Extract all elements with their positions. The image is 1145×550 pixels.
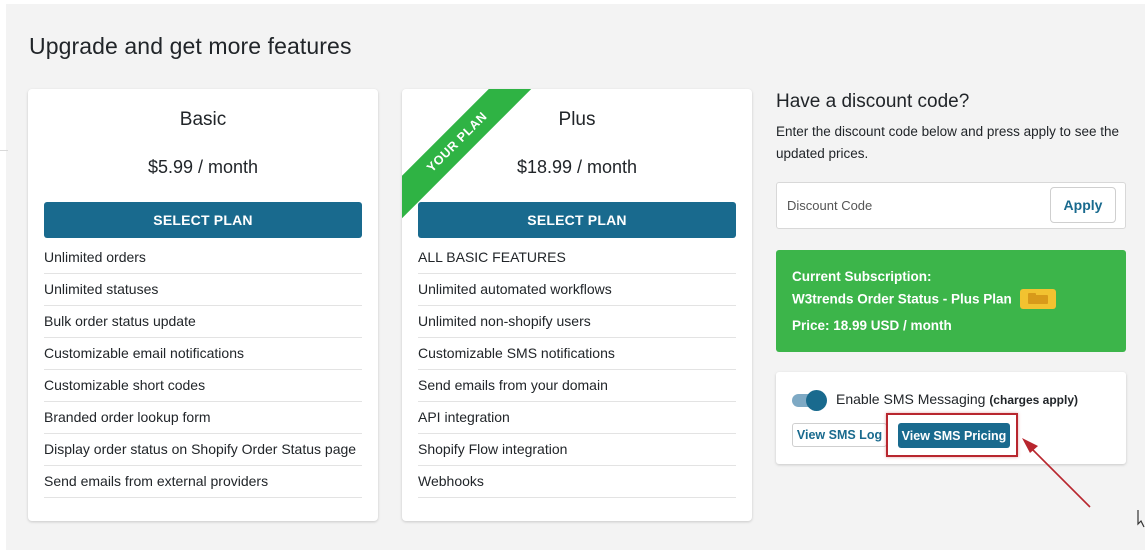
toggle-knob <box>806 390 827 411</box>
select-plan-basic-button[interactable]: SELECT PLAN <box>44 202 362 238</box>
subscription-plan-row: W3trends Order Status - Plus Plan <box>792 289 1056 310</box>
plan-card-plus: YOUR PLAN Plus $18.99 / month SELECT PLA… <box>402 89 752 521</box>
feature-item: Unlimited orders <box>44 242 362 274</box>
feature-item: Customizable short codes <box>44 370 362 402</box>
top-edge <box>0 0 1145 4</box>
discount-title: Have a discount code? <box>776 91 970 112</box>
plan-price: $5.99 / month <box>147 157 259 177</box>
subscription-label: Current Subscription: <box>792 269 932 284</box>
discount-code-input[interactable] <box>777 183 1047 228</box>
feature-item: Unlimited statuses <box>44 274 362 306</box>
cursor-icon <box>1137 510 1145 528</box>
feature-item: Send emails from external providers <box>44 466 362 498</box>
select-plan-plus-button[interactable]: SELECT PLAN <box>418 202 736 238</box>
feature-item: Unlimited automated workflows <box>418 274 736 306</box>
billing-page: Upgrade and get more features Basic $5.9… <box>0 0 1145 550</box>
page-title: Upgrade and get more features <box>29 33 352 59</box>
feature-item: Send emails from your domain <box>418 370 736 402</box>
feature-item: Branded order lookup form <box>44 402 362 434</box>
feature-list: ALL BASIC FEATURES Unlimited automated w… <box>418 242 736 498</box>
subscription-price: Price: 18.99 USD / month <box>792 318 952 333</box>
view-sms-pricing-button[interactable]: View SMS Pricing <box>898 423 1010 448</box>
plan-price: $18.99 / month <box>516 157 638 177</box>
feature-item: Customizable SMS notifications <box>418 338 736 370</box>
feature-item: ALL BASIC FEATURES <box>418 242 736 274</box>
sms-toggle[interactable] <box>792 390 830 411</box>
wallet-icon <box>1019 289 1056 309</box>
feature-item: Unlimited non-shopify users <box>418 306 736 338</box>
current-subscription-card: Current Subscription: W3trends Order Sta… <box>776 250 1126 352</box>
sms-label-row: Enable SMS Messaging (charges apply) <box>836 391 1078 407</box>
left-edge <box>0 0 6 550</box>
feature-item: Shopify Flow integration <box>418 434 736 466</box>
sms-label: Enable SMS Messaging <box>836 391 986 407</box>
discount-form: Apply <box>776 182 1126 229</box>
feature-item: Webhooks <box>418 466 736 498</box>
feature-item: Customizable email notifications <box>44 338 362 370</box>
feature-item: Display order status on Shopify Order St… <box>44 434 362 466</box>
feature-item: Bulk order status update <box>44 306 362 338</box>
apply-button[interactable]: Apply <box>1050 187 1116 223</box>
plan-name: Plus <box>558 109 596 130</box>
plan-name: Basic <box>179 109 227 130</box>
feature-item: API integration <box>418 402 736 434</box>
annotation-arrow-icon <box>1022 438 1091 508</box>
feature-list: Unlimited orders Unlimited statuses Bulk… <box>44 242 362 498</box>
discount-description: Enter the discount code below and press … <box>776 124 1119 161</box>
plan-card-basic: Basic $5.99 / month SELECT PLAN Unlimite… <box>28 89 378 521</box>
sms-charges-note: (charges apply) <box>989 393 1079 407</box>
subscription-plan: W3trends Order Status - Plus Plan <box>792 291 1012 307</box>
view-sms-log-button[interactable]: View SMS Log <box>792 423 887 447</box>
divider <box>0 150 8 151</box>
